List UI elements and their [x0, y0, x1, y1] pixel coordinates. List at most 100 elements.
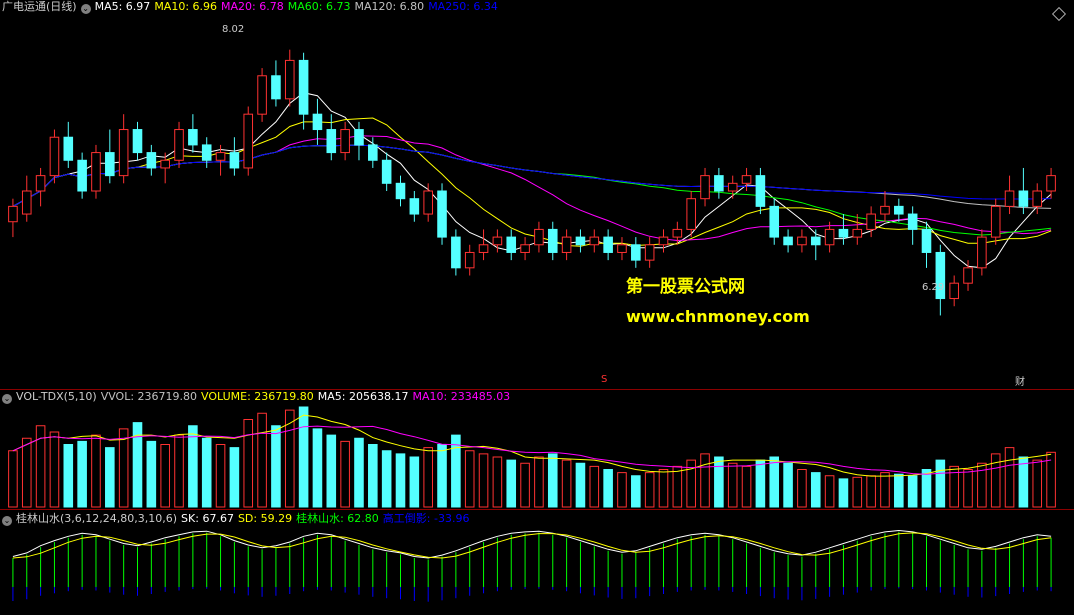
candle-body: [727, 182, 738, 192]
ma5-label: MA5: 6.97: [94, 0, 151, 13]
volume-bar: [243, 419, 254, 508]
candle-body: [631, 244, 641, 261]
ma5-line: [12, 92, 1052, 269]
volume-bar: [589, 465, 600, 508]
sd-label: SD: 59.29: [237, 512, 293, 525]
volume-bar: [797, 469, 807, 508]
volume-bar: [755, 459, 766, 508]
volume-bar: [534, 456, 544, 508]
price-legend: 广电运通(日线) ⌄ MA5: 6.97 MA10: 6.96 MA20: 6.78 MA…: [2, 0, 502, 14]
volume-legend: ⌄ VOL-TDX(5,10) VVOL: 236719.80 VOLUME: 236…: [2, 390, 514, 404]
sk-label: SK: 67.67: [181, 512, 234, 525]
candle-body: [1004, 190, 1015, 207]
candle-body: [824, 228, 835, 246]
volume-bar: [492, 456, 503, 508]
candle-body: [561, 236, 572, 253]
indicator-settings-icon[interactable]: ⌄: [2, 516, 12, 526]
candle-body: [105, 152, 115, 177]
candle-body: [949, 282, 959, 300]
volume-panel[interactable]: ⌄ VOL-TDX(5,10) VVOL: 236719.80 VOLUME: 236…: [0, 389, 1074, 509]
candle-body: [160, 159, 170, 169]
candle-body: [852, 228, 863, 238]
volume-bar: [520, 462, 530, 508]
candle-body: [1046, 175, 1056, 192]
candle-body: [714, 175, 724, 192]
volume-bar: [395, 453, 406, 508]
volume-bar: [8, 450, 18, 508]
volume-bar: [1032, 459, 1043, 508]
volume-bar: [118, 428, 129, 508]
candle-body: [368, 144, 378, 161]
ma10-line: [12, 117, 1052, 247]
volume-label: VOLUME: 236719.80: [201, 390, 314, 403]
candle-body: [63, 136, 74, 161]
candle-body: [35, 175, 46, 192]
candle-body: [298, 59, 309, 115]
indicator-title: 桂林山水(3,6,12,24,80,3,10,6): [16, 512, 178, 525]
candle-body: [894, 205, 904, 215]
candle-body: [464, 251, 475, 269]
volume-bar: [312, 428, 323, 508]
volume-bar: [880, 472, 890, 508]
candle-body: [91, 152, 101, 192]
volume-chart[interactable]: [0, 389, 1074, 509]
candle-body: [492, 236, 503, 246]
volume-bar: [672, 465, 683, 508]
volume-bar: [257, 412, 267, 508]
price-panel[interactable]: 广电运通(日线) ⌄ MA5: 6.97 MA10: 6.96 MA20: 6.78 MA…: [0, 0, 1074, 389]
candle-body: [810, 236, 821, 246]
volume-bar: [603, 469, 613, 508]
candle-body: [644, 244, 655, 261]
candle-body: [741, 175, 752, 184]
candle-body: [1032, 190, 1043, 207]
settings-circle-icon[interactable]: ⌄: [80, 4, 91, 14]
volume-bar: [381, 450, 392, 508]
volume-bar: [658, 469, 669, 508]
candle-body: [547, 228, 558, 253]
ma60-label: MA60: 6.73: [287, 0, 351, 13]
candle-body: [49, 136, 60, 177]
candle-body: [340, 129, 350, 154]
volume-bar: [617, 472, 627, 508]
volume-bar: [464, 450, 475, 508]
candle-body: [658, 236, 669, 246]
stock-name: 广电运通(日线): [2, 0, 77, 13]
volume-bar: [201, 437, 212, 508]
volume-bar: [935, 459, 946, 508]
candle-body: [520, 244, 530, 253]
candle-body: [381, 159, 392, 184]
candle-body: [589, 236, 600, 246]
candle-body: [423, 190, 433, 215]
candle-body: [284, 59, 295, 100]
volume-bar: [741, 465, 752, 508]
volume-bar: [63, 444, 74, 508]
glss-label: 桂林山水: 62.80: [296, 512, 379, 525]
candle-body: [201, 144, 212, 161]
volume-bar: [77, 440, 87, 508]
candle-body: [603, 236, 613, 253]
candlestick-chart[interactable]: [0, 0, 1074, 389]
candle-body: [437, 190, 447, 238]
volume-title: VOL-TDX(5,10): [16, 390, 97, 403]
candle-body: [700, 175, 710, 200]
candle-body: [215, 152, 226, 161]
volume-bar: [160, 444, 170, 508]
volume-bar: [810, 472, 821, 508]
watermark-url: www.chnmoney.com: [626, 307, 810, 326]
candle-body: [8, 205, 18, 223]
vol-ma10-label: MA10: 233485.03: [412, 390, 511, 403]
candle-body: [838, 228, 849, 238]
candle-body: [797, 236, 807, 246]
volume-settings-icon[interactable]: ⌄: [2, 394, 12, 404]
volume-bar: [215, 444, 226, 508]
volume-bar: [229, 447, 240, 508]
volume-bar: [368, 444, 378, 508]
volume-bar: [506, 459, 517, 508]
indicator-panel[interactable]: ⌄ 桂林山水(3,6,12,24,80,3,10,6) SK: 67.67 SD: 5…: [0, 509, 1074, 615]
candle-body: [77, 159, 87, 192]
volume-bar: [409, 456, 420, 508]
candle-body: [118, 129, 129, 177]
volume-bar: [547, 453, 558, 508]
candle-body: [617, 244, 627, 253]
volume-bar: [561, 459, 572, 508]
